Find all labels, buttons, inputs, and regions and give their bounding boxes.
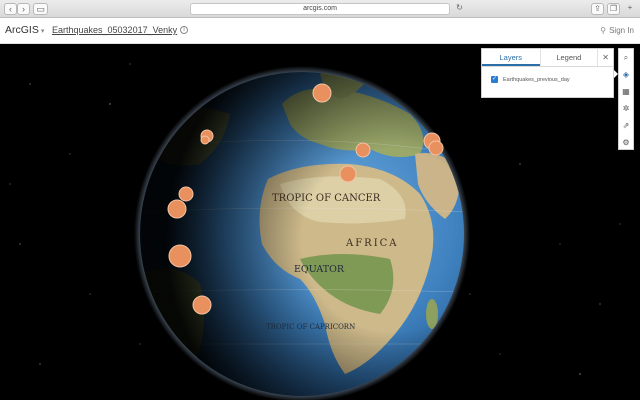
tab-legend[interactable]: Legend — [539, 49, 598, 66]
earthquake-marker[interactable] — [200, 135, 210, 145]
new-tab-icon[interactable]: + — [624, 3, 636, 15]
earthquake-marker[interactable] — [167, 199, 187, 219]
earthquake-marker[interactable] — [428, 140, 444, 156]
panel-tabs: Layers Legend ✕ — [482, 49, 613, 67]
share-browser-icon[interactable]: ⇪ — [591, 3, 604, 15]
settings-icon[interactable]: ✲ — [619, 100, 633, 117]
layer-name: Earthquakes_previous_day — [503, 76, 570, 83]
basemap-icon[interactable]: ▦ — [619, 83, 633, 100]
earthquake-marker[interactable] — [339, 165, 357, 183]
browser-toolbar: ‹ › ▭ arcgis.com ↻ ⇪ ❐ + — [0, 0, 640, 18]
tabs-icon[interactable]: ❐ — [607, 3, 620, 15]
tropic-cancer-label: TROPIC OF CANCER — [272, 193, 381, 204]
globe-shading — [140, 72, 464, 396]
tab-layers[interactable]: Layers — [482, 49, 540, 66]
earthquake-marker[interactable] — [168, 244, 192, 268]
layer-checkbox[interactable]: ✓ — [491, 76, 498, 83]
earthquake-marker[interactable] — [312, 83, 332, 103]
forward-button[interactable]: › — [17, 3, 30, 15]
sign-in-label: Sign In — [609, 26, 634, 35]
caret-down-icon: ▾ — [40, 28, 45, 35]
sidebar-toggle-icon[interactable]: ▭ — [33, 3, 48, 15]
tropic-capricorn-label: TROPIC OF CAPRICORN — [266, 323, 355, 331]
info-icon[interactable]: i — [180, 26, 188, 34]
back-button[interactable]: ‹ — [4, 3, 17, 15]
brand-name: ArcGIS — [5, 24, 39, 36]
layers-icon[interactable]: ◈ — [619, 66, 633, 83]
map-toolbar: ⌕ ◈ ▦ ✲ ⇗ ⚙ — [618, 48, 634, 150]
app-header: ArcGIS ▾ Earthquakes_05032017_Venky i ⚲ Si… — [0, 18, 640, 44]
sign-in-link[interactable]: ⚲ Sign In — [600, 26, 634, 35]
earthquake-marker[interactable] — [192, 295, 212, 315]
earthquake-marker[interactable] — [178, 186, 194, 202]
brand-menu[interactable]: ArcGIS ▾ — [5, 24, 44, 36]
layers-panel: Layers Legend ✕ ✓ Earthquakes_previous_d… — [481, 48, 614, 98]
map-title[interactable]: Earthquakes_05032017_Venky — [52, 25, 177, 35]
reload-icon[interactable]: ↻ — [453, 3, 466, 15]
user-icon: ⚲ — [600, 26, 607, 35]
equator-label: EQUATOR — [294, 264, 345, 275]
measure-icon[interactable]: ⚙ — [619, 134, 633, 151]
search-icon[interactable]: ⌕ — [619, 49, 633, 66]
share-icon[interactable]: ⇗ — [619, 117, 633, 134]
africa-label: AFRICA — [345, 238, 399, 249]
earthquake-marker[interactable] — [355, 142, 371, 158]
address-bar[interactable]: arcgis.com — [190, 3, 450, 15]
layer-item[interactable]: ✓ Earthquakes_previous_day — [491, 76, 570, 83]
close-icon[interactable]: ✕ — [597, 49, 613, 66]
